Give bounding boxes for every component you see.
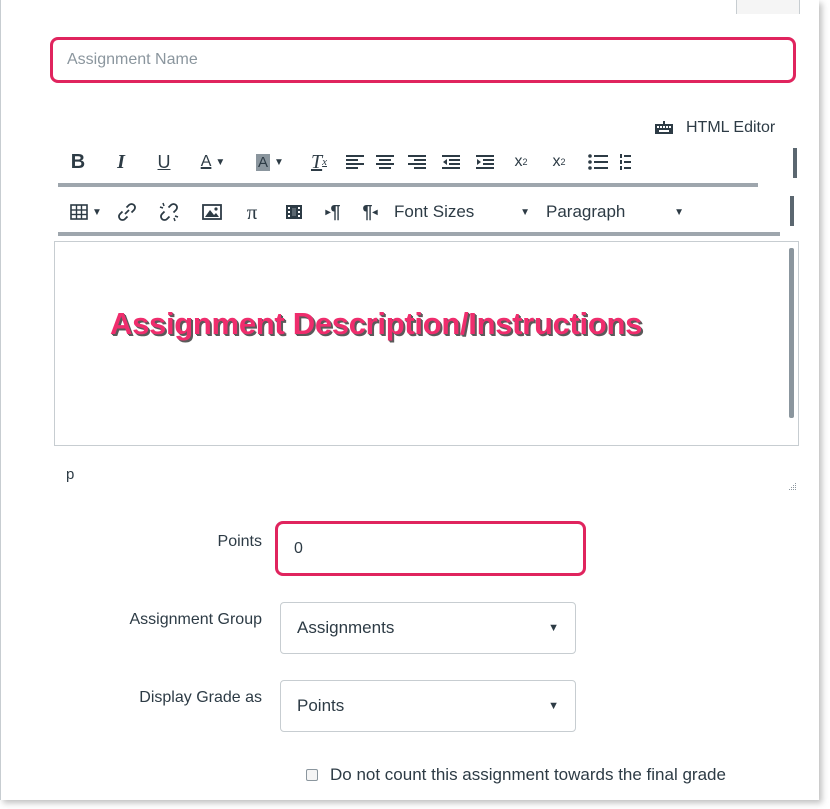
align-right-icon[interactable] [400, 147, 434, 177]
image-icon[interactable] [192, 197, 232, 227]
chevron-down-icon: ▼ [548, 622, 559, 634]
assignment-group-select[interactable]: Assignments ▼ [280, 602, 576, 654]
superscript-icon[interactable]: x2 [502, 147, 540, 177]
chevron-down-icon: ▼ [274, 156, 284, 168]
rtl-icon[interactable]: ¶ ◂ [350, 197, 390, 227]
chevron-down-icon: ▼ [215, 156, 226, 168]
exclude-final-grade-checkbox[interactable] [306, 769, 318, 781]
chevron-down-icon: ▼ [548, 700, 559, 712]
keyboard-icon [654, 121, 674, 135]
description-callout: Assignment Description/Instructions [110, 306, 643, 341]
toolbar-scroll-handle[interactable] [793, 148, 797, 178]
editor-path: p [66, 466, 75, 483]
points-input[interactable] [275, 521, 586, 576]
paragraph-format-select[interactable]: Paragraph ▼ [542, 197, 692, 227]
text-color-icon[interactable]: A ▼ [184, 147, 242, 177]
bullet-list-icon[interactable] [578, 147, 618, 177]
paragraph-format-label: Paragraph [546, 202, 626, 221]
editor-toolbar-row-1: B I U A ▼ A ▼ Tx x2 x2 [58, 146, 798, 178]
background-color-icon[interactable]: A ▼ [242, 147, 298, 177]
media-icon[interactable] [272, 197, 316, 227]
equation-icon[interactable]: π [232, 197, 272, 227]
assignment-group-label: Assignment Group [129, 611, 262, 628]
outdent-icon[interactable] [434, 147, 468, 177]
resize-grip-icon[interactable] [787, 478, 797, 490]
font-sizes-label: Font Sizes [394, 202, 475, 221]
bold-icon[interactable]: B [58, 147, 98, 177]
clear-formatting-icon[interactable]: Tx [298, 147, 340, 177]
numbered-list-icon[interactable] [618, 147, 632, 177]
assignment-group-value: Assignments [297, 618, 395, 637]
exclude-final-grade-option: Do not count this assignment towards the… [306, 765, 726, 785]
chevron-down-icon: ▼ [520, 206, 530, 218]
display-grade-select[interactable]: Points ▼ [280, 680, 576, 732]
unlink-icon[interactable] [146, 197, 192, 227]
link-icon[interactable] [108, 197, 146, 227]
top-button-stub [736, 0, 800, 14]
html-editor-link[interactable]: HTML Editor [654, 117, 775, 139]
chevron-down-icon: ▼ [674, 206, 684, 218]
ltr-icon[interactable]: ▸ ¶ [316, 197, 350, 227]
font-sizes-select[interactable]: Font Sizes ▼ [390, 197, 542, 227]
display-grade-value: Points [297, 696, 345, 715]
subscript-icon[interactable]: x2 [540, 147, 578, 177]
html-editor-label: HTML Editor [686, 119, 776, 136]
underline-icon[interactable]: U [144, 147, 184, 177]
indent-icon[interactable] [468, 147, 502, 177]
italic-icon[interactable]: I [98, 147, 144, 177]
toolbar-scroll-handle[interactable] [790, 196, 794, 226]
display-grade-label: Display Grade as [139, 689, 262, 706]
toolbar-divider [58, 183, 758, 187]
points-label: Points [217, 533, 262, 550]
table-icon[interactable]: ▼ [58, 197, 108, 227]
exclude-final-grade-label[interactable]: Do not count this assignment towards the… [330, 765, 726, 785]
toolbar-divider [58, 232, 780, 236]
editor-toolbar-row-2: ▼ π ▸ ¶ ¶ ◂ Font Sizes ▼ Paragraph ▼ [58, 196, 798, 228]
align-left-icon[interactable] [340, 147, 370, 177]
assignment-name-input[interactable] [50, 37, 796, 83]
chevron-down-icon: ▼ [92, 206, 102, 218]
align-center-icon[interactable] [370, 147, 400, 177]
editor-scrollbar[interactable] [789, 248, 794, 418]
description-editor[interactable] [54, 241, 799, 446]
